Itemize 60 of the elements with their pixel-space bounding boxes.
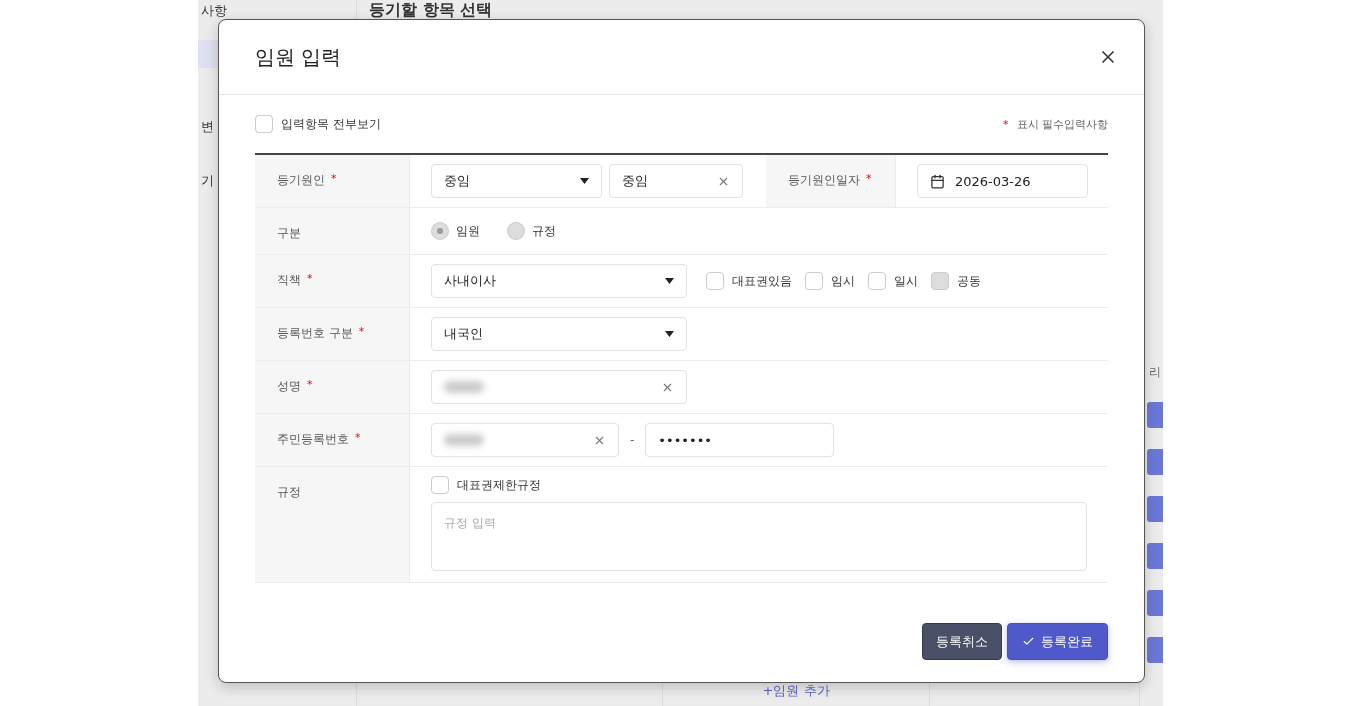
checkbox[interactable]	[868, 272, 886, 290]
check-icon	[1022, 635, 1035, 648]
checkbox[interactable]	[431, 476, 449, 494]
checkbox-label: 임시	[831, 272, 855, 290]
date-field[interactable]: 2026-03-26	[917, 164, 1088, 198]
radio-button[interactable]	[431, 222, 449, 240]
checkbox-label: 공동	[957, 272, 981, 290]
required-mark: *	[355, 431, 361, 444]
rule-textarea[interactable]: 규정 입력	[431, 502, 1087, 571]
cancel-button[interactable]: 등록취소	[922, 623, 1002, 660]
checkbox-label: 대표권제한규정	[457, 476, 541, 494]
field-label: 등록번호 구분	[277, 325, 353, 342]
dialog-title: 임원 입력	[255, 43, 342, 71]
row-button[interactable]	[1147, 496, 1163, 522]
select-field[interactable]: 중임	[431, 164, 602, 198]
required-note: 표시 필수입력사항	[1016, 116, 1108, 132]
radio-button[interactable]	[507, 222, 525, 240]
field-label: 성명	[277, 378, 301, 395]
row-button[interactable]	[1147, 590, 1163, 616]
required-mark: *	[866, 172, 872, 185]
password-field[interactable]: •••••••	[645, 423, 835, 457]
caret-icon	[665, 278, 674, 284]
field-label: 구분	[277, 225, 301, 242]
field-label: 등기원인	[277, 172, 325, 189]
radio-label: 규정	[532, 222, 556, 240]
checkbox-label: 대표권있음	[732, 272, 792, 290]
field-label: 직책	[277, 272, 301, 289]
select-field[interactable]: 내국인	[431, 317, 687, 351]
select-field[interactable]: 사내이사	[431, 264, 687, 298]
confirm-button[interactable]: 등록완료	[1007, 623, 1108, 660]
caret-icon	[580, 178, 589, 184]
sidebar-item[interactable]: 사항	[198, 2, 356, 20]
input-field[interactable]	[431, 423, 619, 457]
checkbox[interactable]	[255, 115, 273, 133]
checkbox[interactable]	[805, 272, 823, 290]
page-title: 등기할 항목 선택	[369, 0, 493, 21]
caret-icon	[665, 331, 674, 337]
calendar-icon	[930, 173, 945, 189]
row-button[interactable]	[1147, 449, 1163, 475]
required-mark: *	[1003, 117, 1009, 131]
required-mark: *	[331, 172, 337, 185]
row-button[interactable]	[1147, 402, 1163, 428]
field-label: 규정	[277, 484, 301, 501]
checkbox-label: 일시	[894, 272, 918, 290]
radio-label: 임원	[456, 222, 480, 240]
required-mark: *	[307, 378, 313, 391]
add-officer-link[interactable]: +임원 추가	[762, 682, 830, 700]
row-button[interactable]	[1147, 543, 1163, 569]
row-button[interactable]	[1147, 637, 1163, 663]
checkbox[interactable]	[706, 272, 724, 290]
required-mark: *	[307, 272, 313, 285]
field-label: 주민등록번호	[277, 431, 349, 448]
input-field[interactable]: 중임	[609, 164, 743, 198]
required-mark: *	[358, 325, 365, 338]
sidebar-item[interactable]	[198, 40, 218, 68]
input-field[interactable]	[431, 370, 687, 404]
checkbox-label: 입력항목 전부보기	[281, 115, 381, 133]
field-label: 등기원인일자	[788, 172, 860, 189]
column-header: 리	[1149, 364, 1161, 381]
separator: -	[630, 433, 635, 447]
